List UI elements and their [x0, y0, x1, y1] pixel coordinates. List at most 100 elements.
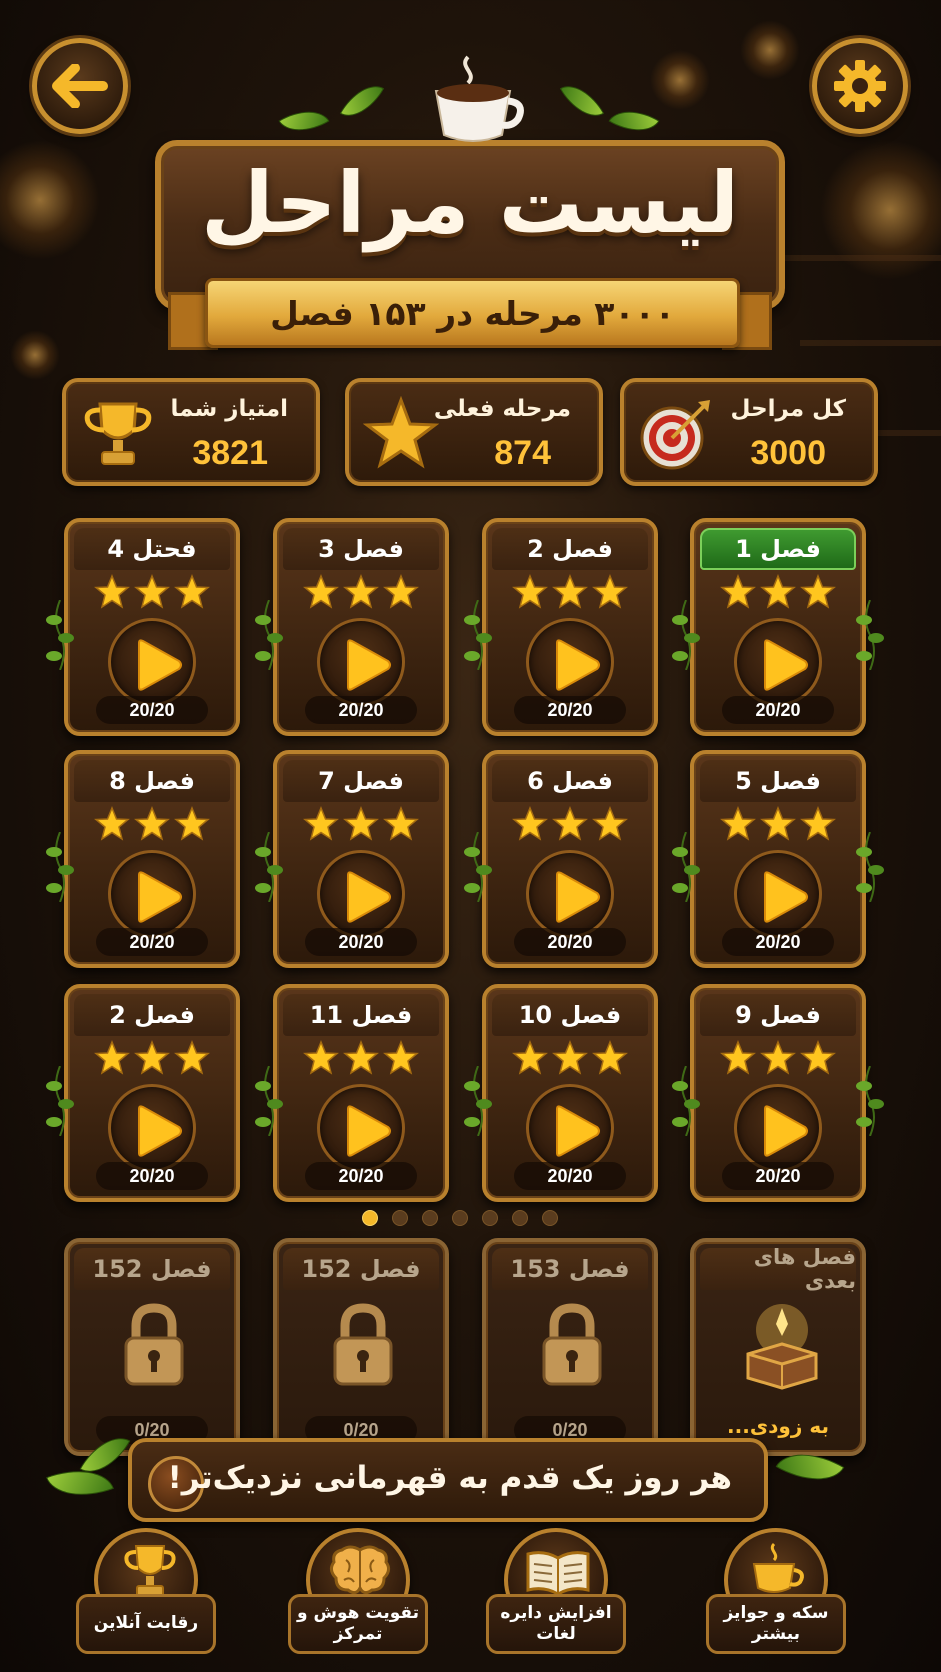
play-button[interactable] [734, 850, 822, 938]
chapter-progress: 20/20 [514, 696, 626, 724]
chapter-card[interactable]: فصل 10 20/20 [482, 984, 658, 1202]
nav-vocabulary[interactable]: افزایش دایره لغات [486, 1528, 626, 1668]
chapter-card[interactable]: فصل 2 20/20 [64, 984, 240, 1202]
chapter-stars [68, 574, 236, 610]
coffee-cup-icon [752, 1542, 804, 1593]
play-icon [556, 639, 600, 691]
chapter-progress: 20/20 [722, 1162, 834, 1190]
star-icon [94, 1040, 130, 1075]
settings-button[interactable] [812, 38, 908, 134]
play-button[interactable] [526, 850, 614, 938]
star-icon [552, 574, 588, 609]
chapter-header: فصل 8 [74, 760, 230, 802]
chapter-title: فصل 153 [510, 1255, 630, 1283]
star-icon [94, 806, 130, 841]
star-icon [383, 574, 419, 609]
chapter-card[interactable]: فحتل 4 20/20 [64, 518, 240, 736]
page-dot[interactable] [482, 1210, 498, 1226]
chapter-card[interactable]: فصل 2 20/20 [482, 518, 658, 736]
play-button[interactable] [526, 618, 614, 706]
page-dot[interactable] [362, 1210, 378, 1226]
play-button[interactable] [317, 1084, 405, 1172]
nav-label: افزایش دایره لغات [486, 1594, 626, 1654]
nav-online-competition[interactable]: رقابت آنلاین [76, 1528, 216, 1668]
star-icon [174, 806, 210, 841]
star-icon [760, 574, 796, 609]
chapter-progress: 20/20 [96, 696, 208, 724]
chapter-stars [486, 1040, 654, 1076]
play-button[interactable] [734, 618, 822, 706]
page-dot[interactable] [512, 1210, 528, 1226]
stat-current-level: مرحله فعلی 874 [345, 378, 603, 486]
chapter-card[interactable]: فصل 8 20/20 [64, 750, 240, 968]
arrow-left-icon [52, 64, 108, 108]
chapter-title: فصل 5 [735, 767, 821, 795]
star-icon [343, 806, 379, 841]
play-button[interactable] [108, 618, 196, 706]
chapter-stars [486, 574, 654, 610]
chapter-title: فصل های بعدی [753, 1245, 856, 1293]
vine-decoration [856, 831, 884, 903]
play-button[interactable] [734, 1084, 822, 1172]
star-icon [800, 574, 836, 609]
page-dot[interactable] [542, 1210, 558, 1226]
page-dot[interactable] [422, 1210, 438, 1226]
play-icon [764, 871, 808, 923]
chapter-card-locked[interactable]: فصل 152 0/20 [64, 1238, 240, 1456]
stat-label: امتیاز شما [170, 396, 288, 422]
play-icon [347, 871, 391, 923]
star-icon [174, 1040, 210, 1075]
chapter-progress: 20/20 [96, 928, 208, 956]
chapter-card[interactable]: فصل 1 20/20 [690, 518, 866, 736]
page-indicator [362, 1210, 558, 1226]
chapter-title: فصل 7 [318, 767, 404, 795]
play-button[interactable] [108, 1084, 196, 1172]
vine-decoration [672, 831, 700, 903]
chapter-title: فصل 11 [309, 1001, 413, 1029]
page-dot[interactable] [392, 1210, 408, 1226]
chapter-card[interactable]: فصل 9 20/20 [690, 984, 866, 1202]
chapter-header: فصل 7 [283, 760, 439, 802]
back-button[interactable] [32, 38, 128, 134]
background-lamp [650, 50, 710, 110]
treasure-book-icon [746, 1304, 818, 1390]
page-title: لیست مراحل [200, 154, 740, 252]
star-icon [363, 396, 439, 469]
vine-decoration [255, 599, 283, 671]
nav-label: سکه و جوایز بیشتر [706, 1594, 846, 1654]
chapter-title: فصل 8 [109, 767, 195, 795]
nav-brain-training[interactable]: تقویت هوش و تمرکز [288, 1528, 428, 1668]
chapter-card[interactable]: فصل 3 20/20 [273, 518, 449, 736]
stat-label: کل مراحل [730, 396, 846, 422]
leaf-decoration [278, 98, 330, 144]
play-button[interactable] [317, 618, 405, 706]
chapter-title: فصل 1 [735, 535, 821, 563]
chapter-card[interactable]: فصل 6 20/20 [482, 750, 658, 968]
background-lamp [740, 20, 800, 80]
chapter-card[interactable]: فصل 5 20/20 [690, 750, 866, 968]
chapter-card-locked[interactable]: فصل 153 0/20 [482, 1238, 658, 1456]
vine-decoration [672, 1065, 700, 1137]
chapter-card-locked[interactable]: فصل 152 0/20 [273, 1238, 449, 1456]
play-button[interactable] [526, 1084, 614, 1172]
chapter-title: فصل 2 [527, 535, 613, 563]
chapter-header: فصل 2 [74, 994, 230, 1036]
chapter-title: فصل 6 [527, 767, 613, 795]
leaf-decoration [559, 75, 605, 127]
chapter-card[interactable]: فصل 7 20/20 [273, 750, 449, 968]
page-dot[interactable] [452, 1210, 468, 1226]
play-button[interactable] [317, 850, 405, 938]
chapter-title: فصل 9 [735, 1001, 821, 1029]
chapter-header: فصل 1 [700, 528, 856, 570]
chapter-progress: 20/20 [305, 928, 417, 956]
chapter-stars [277, 806, 445, 842]
star-icon [303, 806, 339, 841]
play-icon [138, 639, 182, 691]
stat-value: 874 [494, 434, 551, 472]
nav-coins-rewards[interactable]: سکه و جوایز بیشتر [706, 1528, 846, 1668]
chapter-card[interactable]: فصل 11 20/20 [273, 984, 449, 1202]
play-button[interactable] [108, 850, 196, 938]
star-icon [720, 1040, 756, 1075]
vine-decoration [464, 831, 492, 903]
vine-decoration [856, 1065, 884, 1137]
